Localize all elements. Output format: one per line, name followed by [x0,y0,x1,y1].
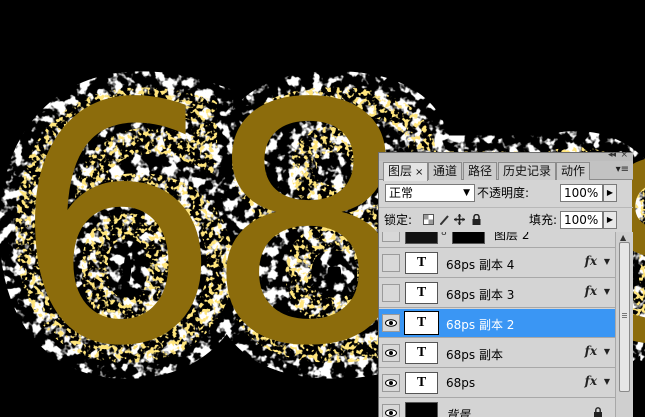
tab-channels[interactable]: 通道 [428,162,463,180]
layer-thumbnail [405,402,438,417]
scroll-up-arrow-icon[interactable]: ▲ [620,233,626,242]
fill-slider-button[interactable]: ▶ [603,211,617,229]
layer-row-selected[interactable]: T 68ps 副本 2 [379,309,615,338]
scrollbar-thumb[interactable] [619,242,630,392]
lock-transparent-pixels-icon[interactable] [423,214,434,225]
lock-position-icon[interactable] [454,214,465,225]
tab-channels-label: 通道 [433,164,458,178]
text-layer-thumbnail: T [405,342,438,364]
opacity-value: 100% [564,186,599,200]
tab-paths[interactable]: 路径 [463,162,498,180]
tab-actions-label: 动作 [561,164,586,178]
fill-label: 填充: [529,213,558,227]
layer-name: 68ps 副本 3 [446,288,515,302]
opacity-label: 不透明度: [477,186,530,200]
visibility-toggle[interactable] [382,284,400,302]
eye-icon [385,349,397,357]
fill-input[interactable]: 100% [560,211,603,229]
opacity-input[interactable]: 100% [560,184,603,202]
eye-icon [385,379,397,387]
lock-icon [594,407,602,417]
visibility-toggle[interactable] [382,374,400,392]
fill-value: 100% [564,213,599,227]
expand-effects-arrow-icon[interactable]: ▼ [604,257,610,266]
dropdown-arrow-icon: ▼ [463,188,470,198]
scrollbar-grip-icon [622,313,627,314]
opacity-slider-button[interactable]: ▶ [603,184,617,202]
tab-history-label: 历史记录 [503,164,552,178]
layers-scrollbar[interactable]: ▲ [615,232,633,417]
blend-mode-value: 正常 [389,186,414,200]
panel-titlebar[interactable]: ◂◂ × [379,150,633,161]
link-icon: 8 [441,232,447,238]
text-layer-thumbnail: T [405,252,438,274]
text-layer-thumbnail: T [405,372,438,394]
layer-mask-thumbnail [452,232,485,244]
lock-label: 锁定: [384,213,413,227]
lock-fill-row: 锁定: 填充: 100% ▶ [379,207,633,231]
visibility-toggle[interactable] [382,314,400,332]
visibility-toggle[interactable] [382,344,400,362]
expand-effects-arrow-icon[interactable]: ▼ [604,287,610,296]
layer-row[interactable]: T 68ps 副本 4 fx ▼ [379,249,615,278]
layer-row[interactable]: T 68ps 副本 fx ▼ [379,339,615,368]
layer-row[interactable]: T 68ps 副本 3 fx ▼ [379,279,615,308]
layers-list: 8 图层 2 T 68ps 副本 4 fx ▼ T 68ps 副本 3 fx ▼… [379,232,615,417]
text-layer-thumbnail: T [405,282,438,304]
layer-name: 背景 [446,408,471,417]
panel-menu-icon[interactable]: ▾≡ [616,164,629,175]
layer-effects-icon[interactable]: fx [585,344,597,358]
tab-close-icon[interactable]: × [415,167,423,178]
close-panel-icon[interactable]: × [620,150,628,160]
layer-name: 68ps 副本 [446,348,503,362]
visibility-toggle[interactable] [382,254,400,272]
blend-mode-select[interactable]: 正常 ▼ [385,184,475,202]
layer-effects-icon[interactable]: fx [585,254,597,268]
tab-actions[interactable]: 动作 [556,162,591,180]
eye-icon [385,409,397,417]
expand-effects-arrow-icon[interactable]: ▼ [604,377,610,386]
layer-name: 图层 2 [494,232,530,242]
tab-paths-label: 路径 [468,164,493,178]
text-layer-thumbnail: T [404,311,439,335]
layers-panel: ◂◂ × 图层 × 通道 路径 历史记录 动作 ▾≡ 正常 ▼ 不透明度: 100… [378,150,633,417]
visibility-toggle[interactable] [382,404,400,417]
layer-effects-icon[interactable]: fx [585,374,597,388]
lock-image-pixels-icon[interactable] [439,214,450,225]
layer-name: 68ps [446,376,476,390]
eye-icon [385,319,397,327]
tab-layers-label: 图层 [388,164,413,178]
layer-name: 68ps 副本 4 [446,258,515,272]
layer-name: 68ps 副本 2 [446,318,515,332]
lock-all-icon[interactable] [471,214,482,225]
tab-layers[interactable]: 图层 × [383,162,429,181]
collapse-panel-icon[interactable]: ◂◂ [608,150,616,160]
visibility-toggle[interactable] [382,232,400,242]
panel-tabs: 图层 × 通道 路径 历史记录 动作 ▾≡ [379,161,633,181]
layer-row[interactable]: 8 图层 2 [379,232,615,248]
expand-effects-arrow-icon[interactable]: ▼ [604,347,610,356]
layer-row-background[interactable]: 背景 [379,399,615,417]
layer-row[interactable]: T 68ps fx ▼ [379,369,615,398]
tab-history[interactable]: 历史记录 [498,162,557,180]
layer-effects-icon[interactable]: fx [585,284,597,298]
layer-thumbnail [405,232,438,244]
blend-opacity-row: 正常 ▼ 不透明度: 100% ▶ [379,181,633,205]
